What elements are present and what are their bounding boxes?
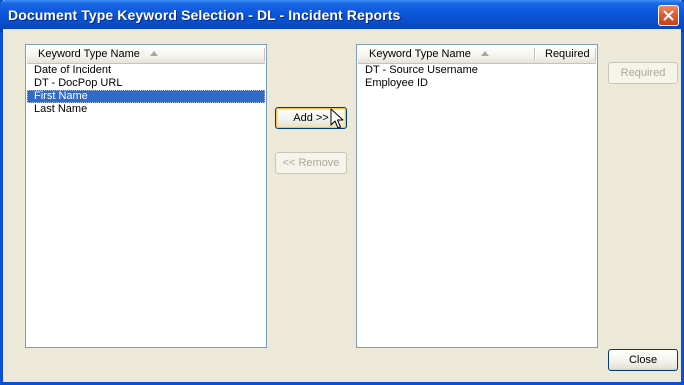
- list-item[interactable]: DT - DocPop URL: [27, 77, 265, 90]
- header-divider: [534, 48, 535, 61]
- assigned-keywords-listbox[interactable]: Keyword Type Name Required DT - Source U…: [356, 44, 598, 348]
- list-item[interactable]: Date of Incident: [27, 64, 265, 77]
- list-item[interactable]: DT - Source Username: [358, 64, 596, 77]
- available-list-header: Keyword Type Name: [27, 46, 265, 64]
- header-keyword-type-name[interactable]: Keyword Type Name: [358, 46, 534, 63]
- header-divider: [264, 48, 265, 61]
- window-close-button[interactable]: [658, 5, 679, 26]
- header-required[interactable]: Required: [536, 46, 594, 63]
- header-label: Required: [545, 48, 590, 60]
- header-divider: [595, 48, 596, 61]
- list-item[interactable]: Last Name: [27, 103, 265, 116]
- header-label: Keyword Type Name: [369, 48, 471, 60]
- close-button[interactable]: Close: [608, 349, 678, 371]
- assigned-list-header: Keyword Type Name Required: [358, 46, 596, 64]
- window-title: Document Type Keyword Selection - DL - I…: [8, 7, 401, 23]
- add-button[interactable]: Add >>: [275, 107, 347, 129]
- header-keyword-type-name[interactable]: Keyword Type Name: [27, 46, 265, 63]
- remove-button[interactable]: << Remove: [275, 152, 347, 174]
- keyword-selection-dialog: Document Type Keyword Selection - DL - I…: [0, 0, 684, 385]
- title-bar[interactable]: Document Type Keyword Selection - DL - I…: [0, 0, 684, 32]
- sort-ascending-icon: [480, 50, 489, 56]
- sort-ascending-icon: [149, 50, 158, 56]
- available-keywords-listbox[interactable]: Keyword Type Name Date of Incident DT - D…: [25, 44, 267, 348]
- required-button[interactable]: Required: [608, 62, 678, 84]
- header-label: Keyword Type Name: [38, 48, 140, 60]
- available-items: Date of Incident DT - DocPop URL First Nam…: [27, 64, 265, 346]
- assigned-items: DT - Source Username Employee ID: [358, 64, 596, 346]
- close-icon: [663, 10, 674, 21]
- list-item[interactable]: First Name: [27, 90, 265, 103]
- dialog-client-area: Keyword Type Name Date of Incident DT - D…: [3, 29, 681, 382]
- list-item[interactable]: Employee ID: [358, 77, 596, 90]
